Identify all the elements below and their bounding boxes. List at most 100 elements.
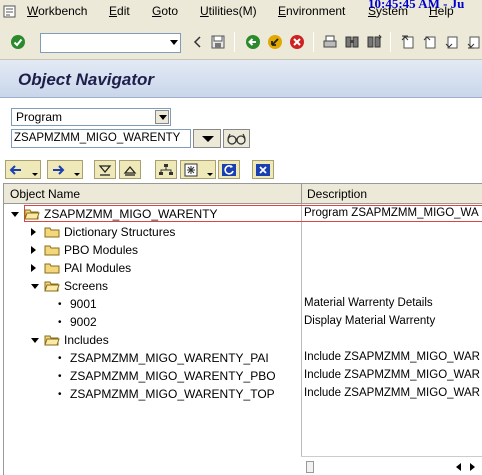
scroll-right-icon[interactable]: [470, 463, 475, 471]
tree-node-label[interactable]: Includes: [64, 333, 109, 347]
tree-folder-row[interactable]: ZSAPMZMM_MIGO_WARENTY Program ZSAPMZMM_MI…: [4, 205, 482, 223]
tree-node-label[interactable]: PBO Modules: [64, 243, 138, 257]
display-object-list-button[interactable]: [180, 160, 216, 179]
find-next-icon[interactable]: [366, 34, 382, 50]
collapse-all-icon: [123, 165, 137, 176]
glasses-icon: [227, 133, 246, 145]
tree-node-label[interactable]: ZSAPMZMM_MIGO_WARENTY_TOP: [70, 387, 275, 401]
last-page-icon[interactable]: [466, 34, 482, 50]
collapse-node-icon[interactable]: [11, 212, 19, 217]
hierarchy-button[interactable]: [155, 160, 177, 179]
arrow-left-icon: [9, 165, 21, 175]
tree-folder-row[interactable]: Screens: [4, 277, 482, 295]
forward-navigation-button[interactable]: [47, 160, 83, 179]
object-list-icon: [184, 163, 198, 177]
collapse-all-button[interactable]: [119, 160, 141, 179]
tree-leaf-row[interactable]: • 9001 Material Warrenty Details: [4, 295, 482, 313]
system-menu-icon[interactable]: [3, 5, 16, 18]
tree-header: Object Name Description: [4, 184, 482, 204]
object-tree[interactable]: Object Name Description ZSAPMZMM_MIGO_WA…: [3, 183, 482, 475]
hierarchy-icon: [159, 164, 173, 175]
folder-open-icon: [44, 279, 60, 295]
tree-node-label[interactable]: 9001: [70, 297, 97, 311]
close-button[interactable]: [252, 160, 274, 179]
menu-environment[interactable]: Environment: [278, 4, 345, 18]
chevron-down-icon: [32, 173, 38, 176]
clock: 10:45:45 AM - Ju: [368, 0, 465, 11]
column-divider[interactable]: [301, 184, 302, 204]
menu-goto[interactable]: Goto: [152, 4, 178, 18]
folder-icon: [44, 261, 60, 277]
tree-node-label[interactable]: Dictionary Structures: [64, 225, 175, 239]
object-history-dropdown-button[interactable]: [193, 129, 221, 148]
chevron-down-icon: [74, 173, 80, 176]
refresh-icon: [222, 164, 236, 176]
scroll-left-icon[interactable]: [456, 463, 461, 471]
tree-node-label[interactable]: ZSAPMZMM_MIGO_WARENTY_PAI: [70, 351, 269, 365]
tree-folder-row[interactable]: PBO Modules: [4, 241, 482, 259]
separator: [313, 32, 314, 52]
bullet-icon: •: [58, 353, 62, 364]
object-name-field[interactable]: ZSAPMZMM_MIGO_WARENTY: [11, 129, 191, 148]
expand-node-icon[interactable]: [31, 264, 36, 272]
tree-node-label[interactable]: ZSAPMZMM_MIGO_WARENTY: [44, 207, 218, 221]
previous-page-icon[interactable]: [422, 34, 438, 50]
tree-node-label[interactable]: Screens: [64, 279, 108, 293]
tree-node-label[interactable]: ZSAPMZMM_MIGO_WARENTY_PBO: [70, 369, 276, 383]
print-icon[interactable]: [322, 34, 338, 50]
display-button[interactable]: [223, 129, 250, 148]
object-type-value: Program: [16, 110, 63, 124]
chevron-down-icon: [207, 173, 213, 176]
command-field[interactable]: [40, 33, 181, 53]
close-icon: [256, 164, 270, 176]
refresh-button[interactable]: [218, 160, 240, 179]
tree-folder-row[interactable]: PAI Modules: [4, 259, 482, 277]
save-icon[interactable]: [210, 34, 226, 50]
scrollbar-thumb[interactable]: [306, 461, 314, 473]
tree-node-description: Program ZSAPMZMM_MIGO_WA: [304, 207, 479, 219]
menu-utilities[interactable]: Utilities(M): [200, 4, 257, 18]
tree-node-description: Include ZSAPMZMM_MIGO_WAR: [304, 369, 480, 381]
bullet-icon: •: [58, 371, 62, 382]
chevron-down-icon[interactable]: [170, 40, 178, 45]
tree-node-label[interactable]: PAI Modules: [64, 261, 131, 275]
tree-leaf-row[interactable]: • 9002 Display Material Warrenty: [4, 313, 482, 331]
tree-node-description: Material Warrenty Details: [304, 297, 433, 309]
collapse-node-icon[interactable]: [31, 338, 39, 343]
first-page-icon[interactable]: [400, 34, 416, 50]
tree-folder-row[interactable]: Dictionary Structures: [4, 223, 482, 241]
collapse-node-icon[interactable]: [31, 284, 39, 289]
bullet-icon: •: [58, 317, 62, 328]
separator: [234, 32, 235, 52]
menu-bar: Workbench Edit Goto Utilities(M) Environ…: [0, 0, 482, 24]
bullet-icon: •: [58, 299, 62, 310]
expand-node-icon[interactable]: [31, 228, 36, 236]
back-green-icon[interactable]: [245, 34, 261, 50]
folder-icon: [44, 243, 60, 259]
enter-icon[interactable]: [10, 34, 26, 50]
expand-all-button[interactable]: [94, 160, 116, 179]
exit-icon[interactable]: [267, 34, 283, 50]
menu-edit[interactable]: Edit: [109, 4, 130, 18]
object-type-dropdown[interactable]: Program: [11, 108, 171, 126]
column-header-description[interactable]: Description: [307, 187, 367, 201]
tree-leaf-row[interactable]: • ZSAPMZMM_MIGO_WARENTY_TOP Include ZSAPMZ…: [4, 385, 482, 403]
folder-icon: [44, 225, 60, 241]
cancel-icon[interactable]: [289, 34, 305, 50]
chevron-down-icon[interactable]: [155, 110, 169, 124]
tree-leaf-row[interactable]: • ZSAPMZMM_MIGO_WARENTY_PAI Include ZSAPMZ…: [4, 349, 482, 367]
back-navigation-button[interactable]: [5, 160, 41, 179]
tree-node-label[interactable]: 9002: [70, 315, 97, 329]
tree-leaf-row[interactable]: • ZSAPMZMM_MIGO_WARENTY_PBO Include ZSAPMZ…: [4, 367, 482, 385]
tree-folder-row[interactable]: Includes: [4, 331, 482, 349]
expand-node-icon[interactable]: [31, 246, 36, 254]
menu-workbench[interactable]: Workbench: [27, 4, 87, 18]
find-icon[interactable]: [344, 34, 360, 50]
application-toolbar: [0, 157, 482, 181]
command-input[interactable]: [41, 34, 163, 52]
tree-node-description: Display Material Warrenty: [304, 315, 436, 327]
back-icon[interactable]: [190, 34, 206, 50]
horizontal-scrollbar[interactable]: [301, 456, 482, 475]
column-header-object-name[interactable]: Object Name: [10, 187, 80, 201]
next-page-icon[interactable]: [444, 34, 460, 50]
